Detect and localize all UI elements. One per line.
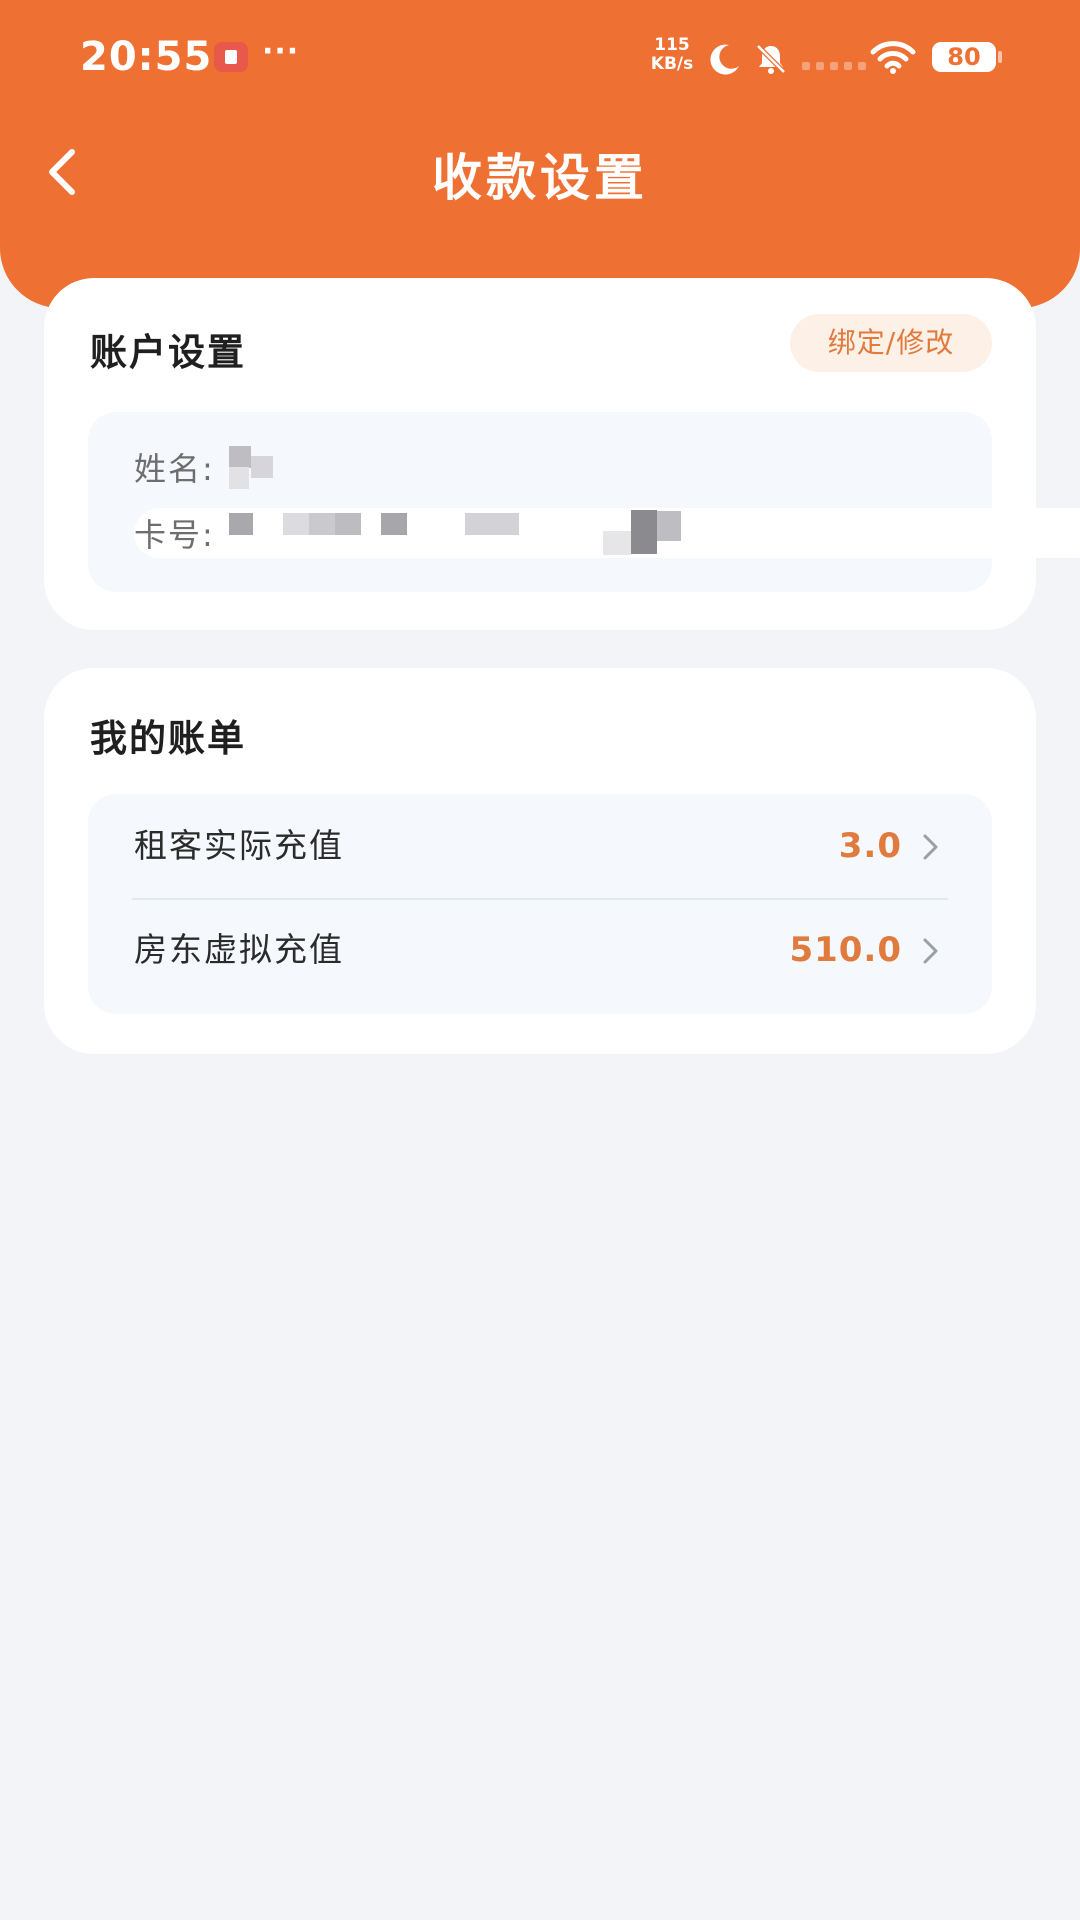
battery-indicator: 80: [932, 42, 996, 72]
moon-icon: [710, 44, 739, 75]
bill-row-landlord-recharge[interactable]: 房东虚拟充值 510.0: [88, 898, 992, 1002]
bill-row-label: 房东虚拟充值: [134, 930, 344, 969]
bill-row-tenant-recharge[interactable]: 租客实际充值 3.0: [88, 794, 992, 900]
card-number-redacted: [228, 508, 681, 558]
bill-row-label: 租客实际充值: [134, 826, 344, 865]
bind-modify-button[interactable]: 绑定/修改: [790, 314, 992, 372]
bill-list: 租客实际充值 3.0 房东虚拟充值 510.0: [88, 794, 992, 1014]
name-row: 姓名:: [134, 442, 273, 492]
network-speed-value: 115: [654, 35, 690, 55]
bill-row-value: 3.0: [838, 826, 902, 866]
battery-tip: [998, 51, 1002, 63]
card-number-label: 卡号:: [134, 516, 215, 554]
status-bar: 20:55 ··· 115 KB/s 80: [0, 0, 1080, 112]
my-bill-title: 我的账单: [90, 717, 246, 760]
name-label: 姓名:: [134, 450, 215, 488]
more-notifications-indicator: ···: [262, 34, 300, 69]
status-time: 20:55: [80, 34, 213, 80]
network-speed: 115 KB/s: [646, 36, 698, 74]
app-notification-icon: [214, 42, 248, 72]
header-bar: 20:55 ··· 115 KB/s 80 收款设置: [0, 0, 1080, 308]
network-speed-unit: KB/s: [650, 54, 694, 74]
card-number-row: 卡号:: [134, 508, 1080, 558]
name-redacted: [228, 442, 273, 492]
chevron-right-icon: [923, 834, 938, 860]
page-title: 收款设置: [432, 149, 648, 207]
account-settings-title: 账户设置: [90, 331, 246, 374]
my-bill-card: 我的账单 租客实际充值 3.0 房东虚拟充值 510.0: [44, 668, 1036, 1054]
wifi-icon: [870, 41, 916, 74]
account-info-box: 姓名: 卡号:: [88, 412, 1080, 592]
account-settings-card: 账户设置 绑定/修改 姓名: 卡号:: [44, 278, 1080, 630]
chevron-right-icon: [923, 938, 938, 964]
bell-muted-icon: [756, 44, 786, 74]
bill-row-value: 510.0: [789, 930, 902, 970]
signal-icon: [802, 62, 866, 70]
